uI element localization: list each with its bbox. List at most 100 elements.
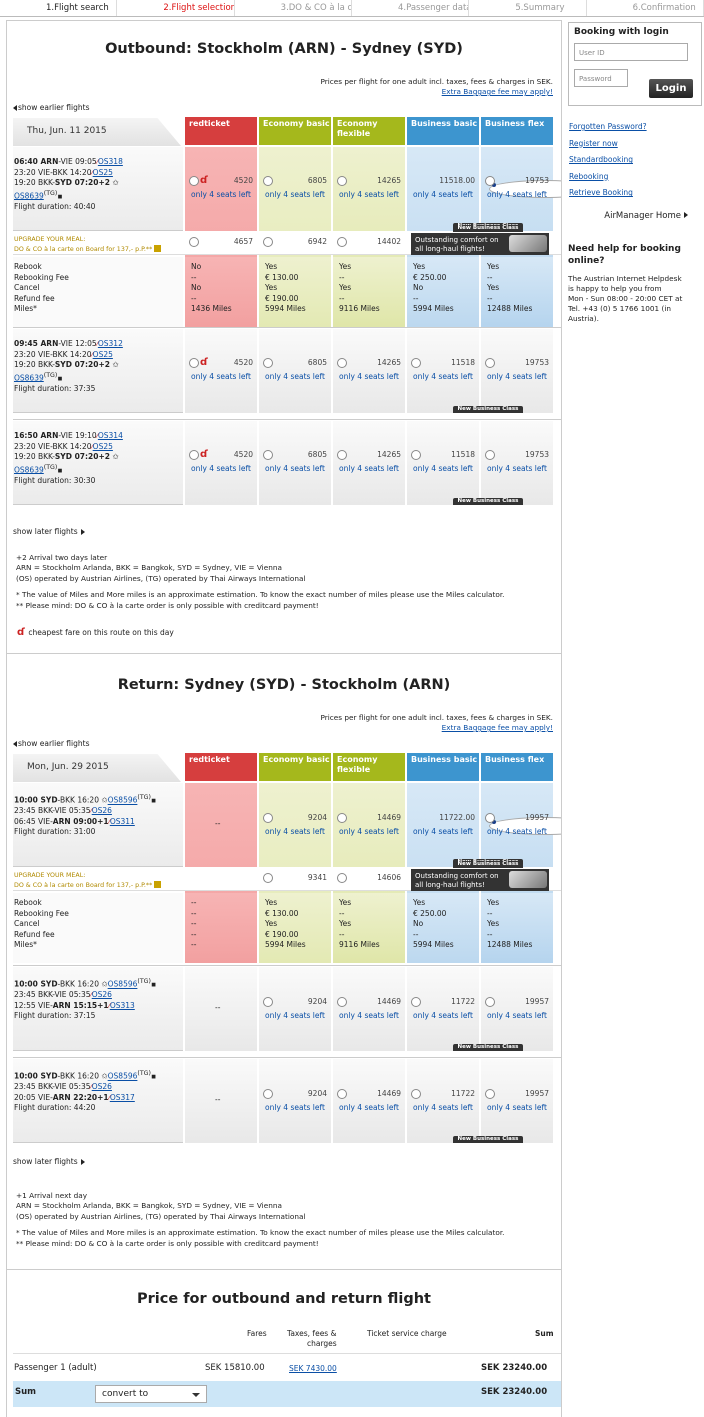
- show-earlier-flights[interactable]: show earlier flights: [13, 739, 89, 748]
- flight-row[interactable]: 16:50 ARN-VIE 19:10⁄OS314 23:20 VIE-BKK 1…: [7, 419, 561, 509]
- fare-option[interactable]: 14265 only 4 seats left: [333, 176, 405, 199]
- password-input[interactable]: Password: [574, 69, 628, 87]
- show-later-flights[interactable]: show later flights: [13, 1157, 85, 1166]
- flight-number-link[interactable]: OS8639: [14, 373, 44, 382]
- fare-radio[interactable]: [189, 450, 199, 460]
- fare-radio[interactable]: [263, 450, 273, 460]
- fare-option[interactable]: 14469 only 4 seats left: [333, 813, 405, 836]
- meal-info-icon[interactable]: [154, 245, 162, 252]
- meal-radio[interactable]: [263, 237, 273, 247]
- fare-option[interactable]: 6805 only 4 seats left: [259, 358, 331, 381]
- fare-radio[interactable]: [411, 1089, 421, 1099]
- meal-info-icon[interactable]: [154, 881, 162, 888]
- fare-option[interactable]: 9204 only 4 seats left: [259, 1089, 331, 1112]
- fare-radio[interactable]: [411, 358, 421, 368]
- meal-option[interactable]: 4657: [185, 237, 257, 257]
- meal-radio[interactable]: [337, 873, 347, 883]
- fare-radio[interactable]: [189, 358, 199, 368]
- meal-radio[interactable]: [337, 237, 347, 247]
- flight-number-link[interactable]: OS8596: [108, 1072, 138, 1081]
- step-1[interactable]: 1.Flight search: [0, 0, 118, 16]
- airmanager-link[interactable]: AirManager Home: [568, 211, 702, 221]
- fare-radio[interactable]: [263, 813, 273, 823]
- fare-option[interactable]: 19753 only 4 seats left: [481, 176, 553, 199]
- show-later-flights[interactable]: show later flights: [13, 527, 85, 536]
- flight-number-link[interactable]: OS314: [98, 431, 123, 440]
- fare-option[interactable]: 14469 only 4 seats left: [333, 997, 405, 1020]
- fare-option[interactable]: 6805 only 4 seats left: [259, 450, 331, 473]
- fare-radio[interactable]: [263, 176, 273, 186]
- fare-option[interactable]: 14265 only 4 seats left: [333, 450, 405, 473]
- fare-option[interactable]: ɗ 4520 only 4 seats left: [185, 449, 257, 473]
- fare-radio[interactable]: [337, 358, 347, 368]
- flight-row[interactable]: 10:00 SYD-BKK 16:20 ✩OS8596(TG)▪ 23:45 BK…: [7, 783, 561, 963]
- fare-option[interactable]: 11722 only 4 seats left: [407, 997, 479, 1020]
- fare-option[interactable]: 14265 only 4 seats left: [333, 358, 405, 381]
- fare-radio[interactable]: [485, 997, 495, 1007]
- flight-number-link[interactable]: OS26: [92, 806, 112, 815]
- retrieve-booking-link[interactable]: Retrieve Booking: [569, 185, 702, 202]
- meal-option[interactable]: 14402: [333, 237, 405, 257]
- fare-option[interactable]: 19753 only 4 seats left: [481, 358, 553, 381]
- flight-row[interactable]: 09:45 ARN-VIE 12:05⁄OS312 23:20 VIE-BKK 1…: [7, 327, 561, 417]
- step-2[interactable]: 2.Flight selection: [117, 0, 235, 16]
- standardbooking-link[interactable]: Standardbooking: [569, 152, 702, 169]
- step-3[interactable]: 3.DO & CO à la carte: [235, 0, 352, 16]
- flight-row[interactable]: 10:00 SYD-BKK 16:20 ✩OS8596(TG)▪ 23:45 BK…: [7, 1057, 561, 1147]
- fare-radio[interactable]: [263, 1089, 273, 1099]
- fare-radio[interactable]: [485, 450, 495, 460]
- fare-radio[interactable]: [337, 813, 347, 823]
- fare-option[interactable]: 6805 only 4 seats left: [259, 176, 331, 199]
- fare-option[interactable]: 11518.00 only 4 seats left: [407, 176, 561, 199]
- baggage-fee-link[interactable]: Extra Baggage fee may apply!: [320, 723, 553, 733]
- fare-radio[interactable]: [485, 176, 495, 186]
- baggage-fee-link[interactable]: Extra Baggage fee may apply!: [320, 87, 553, 97]
- meal-option[interactable]: 9341: [259, 873, 331, 893]
- fare-option[interactable]: 19957 only 4 seats left: [481, 1089, 553, 1112]
- flight-number-link[interactable]: OS25: [93, 442, 113, 451]
- fare-radio[interactable]: [485, 813, 495, 823]
- fare-option[interactable]: 11518 only 4 seats left: [407, 450, 479, 473]
- fare-option[interactable]: 11722 only 4 seats left: [407, 1089, 479, 1112]
- step-5[interactable]: 5.Summary: [469, 0, 587, 16]
- fare-option[interactable]: 14469 only 4 seats left: [333, 1089, 405, 1112]
- fare-option[interactable]: 19957 only 4 seats left: [481, 997, 553, 1020]
- meal-option[interactable]: 6942: [259, 237, 331, 257]
- meal-option[interactable]: 14606: [333, 873, 405, 893]
- fare-radio[interactable]: [337, 450, 347, 460]
- flight-row[interactable]: 06:40 ARN-VIE 09:05⁄OS318 23:20 VIE-BKK 1…: [7, 147, 561, 327]
- fare-radio[interactable]: [337, 1089, 347, 1099]
- fare-radio[interactable]: [263, 358, 273, 368]
- meal-radio[interactable]: [263, 873, 273, 883]
- flight-number-link[interactable]: OS26: [92, 990, 112, 999]
- fare-option[interactable]: 19753 only 4 seats left: [481, 450, 553, 473]
- rebooking-link[interactable]: Rebooking: [569, 169, 702, 186]
- fare-radio[interactable]: [263, 997, 273, 1007]
- user-id-input[interactable]: User ID: [574, 43, 688, 61]
- flight-number-link[interactable]: OS317: [110, 1093, 135, 1102]
- fare-option[interactable]: ɗ 4520 only 4 seats left: [185, 357, 257, 381]
- fare-radio[interactable]: [337, 997, 347, 1007]
- fare-option[interactable]: 11518 only 4 seats left: [407, 358, 479, 381]
- flight-number-link[interactable]: OS311: [110, 817, 135, 826]
- fare-option[interactable]: 11722.00 only 4 seats left: [407, 813, 561, 836]
- flight-row[interactable]: 10:00 SYD-BKK 16:20 ✩OS8596(TG)▪ 23:45 BK…: [7, 965, 561, 1055]
- fare-option[interactable]: ɗ 4520 only 4 seats left: [185, 175, 257, 199]
- meal-radio[interactable]: [189, 237, 199, 247]
- fare-radio[interactable]: [485, 358, 495, 368]
- fare-option[interactable]: 9204 only 4 seats left: [259, 813, 331, 836]
- fare-radio[interactable]: [485, 1089, 495, 1099]
- flight-number-link[interactable]: OS8596: [108, 796, 138, 805]
- flight-number-link[interactable]: OS8639: [14, 191, 44, 200]
- flight-number-link[interactable]: OS312: [98, 339, 123, 348]
- fare-radio[interactable]: [411, 450, 421, 460]
- fare-radio[interactable]: [189, 176, 199, 186]
- flight-number-link[interactable]: OS26: [92, 1082, 112, 1091]
- convert-currency-select[interactable]: convert to: [95, 1385, 207, 1403]
- flight-number-link[interactable]: OS318: [98, 157, 123, 166]
- register-link[interactable]: Register now: [569, 136, 702, 153]
- show-earlier-flights[interactable]: show earlier flights: [13, 103, 89, 112]
- fare-radio[interactable]: [411, 997, 421, 1007]
- step-4[interactable]: 4.Passenger data: [352, 0, 470, 16]
- forgotten-password-link[interactable]: Forgotten Password?: [569, 119, 702, 136]
